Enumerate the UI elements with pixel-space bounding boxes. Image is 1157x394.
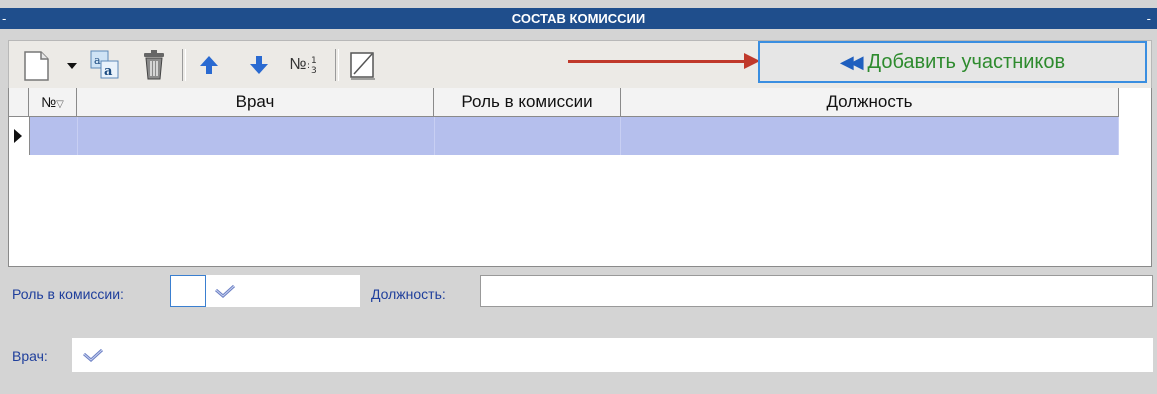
cell-role[interactable] bbox=[434, 117, 622, 155]
arrow-up-icon[interactable] bbox=[197, 53, 221, 77]
svg-text:1: 1 bbox=[311, 56, 317, 66]
section-title: СОСТАВ КОМИССИИ bbox=[511, 11, 646, 26]
titlebar-left-mark: - bbox=[2, 11, 7, 26]
position-label: Должность: bbox=[371, 286, 446, 302]
new-document-icon[interactable] bbox=[19, 49, 53, 83]
trash-icon[interactable] bbox=[139, 49, 169, 81]
svg-text:3: 3 bbox=[311, 66, 317, 76]
arrow-down-icon[interactable] bbox=[247, 53, 271, 77]
numbering-label: № bbox=[289, 56, 307, 73]
add-participants-label: Добавить участников bbox=[867, 50, 1066, 73]
svg-text::: : bbox=[307, 61, 310, 71]
doctor-input[interactable] bbox=[72, 338, 1153, 372]
dropdown-arrow-icon[interactable] bbox=[65, 59, 79, 73]
section-titlebar: - СОСТАВ КОМИССИИ - bbox=[0, 8, 1157, 29]
numbering-icon[interactable]: № 1 3 : bbox=[287, 51, 323, 79]
double-chevron-left-icon: ◀◀ bbox=[839, 51, 864, 72]
table-row[interactable] bbox=[9, 117, 1119, 155]
doctor-label: Врач: bbox=[12, 348, 48, 364]
position-input[interactable] bbox=[480, 275, 1153, 307]
edit-icon[interactable] bbox=[347, 49, 379, 81]
column-header-number[interactable]: №▽ bbox=[29, 88, 77, 116]
lookup-check-icon[interactable] bbox=[82, 348, 104, 362]
cell-doctor[interactable] bbox=[77, 117, 435, 155]
row-indicator bbox=[9, 117, 30, 155]
toolbar-separator bbox=[335, 49, 339, 81]
titlebar-right-mark: - bbox=[1146, 11, 1151, 26]
rename-icon[interactable]: a a bbox=[89, 49, 121, 81]
toolbar-separator bbox=[182, 49, 186, 81]
lookup-check-icon[interactable] bbox=[214, 284, 236, 298]
cell-position[interactable] bbox=[621, 117, 1119, 155]
column-header-number-label: № bbox=[41, 94, 57, 110]
role-input[interactable] bbox=[170, 275, 206, 307]
header-row-indicator bbox=[9, 88, 29, 116]
column-header-role[interactable]: Роль в комиссии bbox=[434, 88, 621, 116]
grid-header: №▽ Врач Роль в комиссии Должность bbox=[9, 88, 1119, 117]
role-field-container bbox=[170, 275, 360, 307]
svg-text:a: a bbox=[94, 54, 101, 67]
role-label: Роль в комиссии: bbox=[12, 286, 124, 302]
svg-text:a: a bbox=[104, 64, 113, 79]
column-header-position[interactable]: Должность bbox=[621, 88, 1119, 116]
sort-icon: ▽ bbox=[56, 99, 64, 110]
current-row-icon bbox=[14, 129, 22, 143]
cell-number[interactable] bbox=[29, 117, 78, 155]
commission-members-grid: №▽ Врач Роль в комиссии Должность bbox=[8, 88, 1152, 267]
annotation-arrow-line bbox=[568, 60, 748, 63]
add-participants-button[interactable]: ◀◀ Добавить участников bbox=[758, 41, 1147, 83]
column-header-doctor[interactable]: Врач bbox=[77, 88, 434, 116]
